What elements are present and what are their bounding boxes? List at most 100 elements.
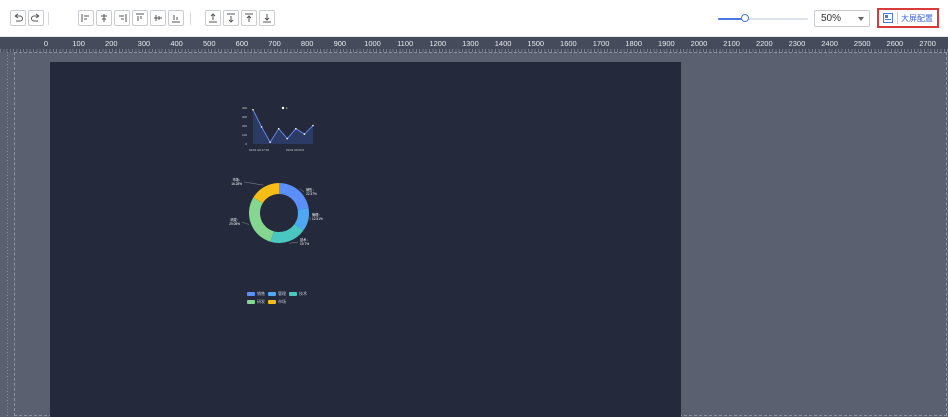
- x-tick-label: 01/01 00:17:06: [249, 148, 269, 152]
- undo-button[interactable]: [10, 10, 26, 26]
- align-left-button[interactable]: [78, 10, 94, 26]
- toolbar-separator: [190, 12, 191, 25]
- align-middle-icon: [154, 15, 162, 21]
- ruler-label: 1600: [560, 39, 577, 48]
- legend-swatch: [268, 292, 276, 296]
- donut-slice: [249, 197, 274, 242]
- ruler-label: 800: [300, 39, 314, 48]
- ruler-label: 400: [170, 39, 183, 48]
- align-right-button[interactable]: [114, 10, 130, 26]
- align-top-button[interactable]: [132, 10, 148, 26]
- slice-leader-line: [241, 221, 250, 225]
- slice-value-label: 19.7%: [300, 242, 309, 246]
- y-tick-label: 400: [242, 106, 247, 110]
- slice-leader-line: [243, 181, 264, 186]
- toolbar: 50% 大屏配置: [0, 0, 948, 37]
- bigscreen-config-label: 大屏配置: [901, 14, 933, 23]
- legend-item[interactable]: 管理: [268, 291, 286, 297]
- align-top-icon: [136, 13, 144, 21]
- bigscreen-canvas[interactable]: 400 300 200 100 0 1 01/01 00:17:06 01/01 00:03:…: [50, 62, 681, 417]
- legend-marker: [281, 106, 285, 110]
- legend-item[interactable]: 技术: [289, 291, 307, 297]
- legend-item[interactable]: 研发: [247, 299, 265, 305]
- bring-forward-icon: [227, 13, 235, 23]
- ruler-label: 1800: [625, 39, 643, 48]
- align-center-button[interactable]: [96, 10, 112, 26]
- bring-front-icon: [209, 13, 217, 23]
- donut-chart-widget[interactable]: 销售：22.37%管理：12.51%技术：19.7%研发：29.08%市场：16…: [220, 163, 340, 263]
- legend-row: 销售 管理 技术: [247, 291, 307, 297]
- slice-value-label: 22.37%: [306, 192, 317, 196]
- slice-leader-line: [289, 241, 299, 244]
- slice-leader-line: [299, 188, 305, 193]
- align-center-icon: [101, 14, 107, 22]
- move-top-button[interactable]: [241, 10, 257, 26]
- slice-value-label: 29.08%: [229, 222, 240, 226]
- undo-icon: [14, 13, 23, 22]
- bring-front-button[interactable]: [205, 10, 221, 26]
- vertical-ruler-ticks: [7, 52, 8, 417]
- ruler-label: 500: [202, 39, 216, 48]
- legend-swatch: [289, 292, 297, 296]
- ruler-label: 2400: [821, 39, 838, 48]
- y-tick-label: 200: [242, 124, 247, 128]
- align-left-icon: [81, 14, 89, 22]
- zoom-select[interactable]: 50%: [814, 10, 870, 27]
- legend-label: 1: [286, 106, 288, 110]
- move-top-icon: [245, 13, 253, 22]
- redo-button[interactable]: [28, 10, 44, 26]
- ruler-label: 2500: [853, 39, 871, 48]
- legend-swatch: [247, 292, 255, 296]
- chevron-down-icon: [858, 17, 864, 21]
- align-bottom-button[interactable]: [168, 10, 184, 26]
- line-point: [312, 124, 314, 127]
- horizontal-ruler: 0 100 200 300 400 500 600 700 800 900 1000 1100 1200…: [0, 37, 948, 52]
- ruler-label: 0: [43, 39, 49, 48]
- slice-value-label: 16.28%: [231, 182, 242, 186]
- legend-swatch: [268, 300, 276, 304]
- ruler-label: 2000: [690, 39, 708, 48]
- move-bottom-icon: [263, 14, 271, 23]
- x-tick-label: 01/01 00:03:0: [286, 148, 305, 152]
- ruler-label: 2200: [755, 39, 773, 48]
- ruler-label: 2100: [723, 39, 740, 48]
- ruler-label: 1400: [494, 39, 512, 48]
- canvas-area[interactable]: 400 300 200 100 0 1 01/01 00:17:06 01/01 00:03:…: [14, 52, 948, 417]
- ruler-label: 2600: [886, 39, 904, 48]
- legend-label: 研发: [257, 299, 265, 304]
- redo-icon: [31, 13, 40, 22]
- legend-item[interactable]: 市场: [268, 299, 286, 305]
- ruler-label: 700: [268, 39, 281, 48]
- ruler-label: 600: [235, 39, 249, 48]
- slice-value-label: 12.51%: [312, 217, 323, 221]
- align-middle-button[interactable]: [150, 10, 166, 26]
- legend-swatch: [247, 300, 255, 304]
- move-bottom-button[interactable]: [259, 10, 275, 26]
- bring-forward-button[interactable]: [223, 10, 239, 26]
- zoom-value: 50%: [821, 13, 842, 24]
- legend-label: 销售: [257, 291, 265, 296]
- ruler-label: 900: [333, 39, 347, 48]
- ruler-label: 1200: [429, 39, 447, 48]
- zoom-slider[interactable]: [718, 14, 808, 22]
- layout-icon: [883, 13, 893, 23]
- ruler-label: 200: [105, 39, 118, 48]
- ruler-label: 1500: [527, 39, 545, 48]
- line-point: [252, 109, 254, 111]
- donut-legend: 销售 管理 技术研发 市场: [247, 291, 307, 307]
- line-point: [286, 137, 289, 140]
- ruler-label: 1000: [364, 39, 381, 48]
- line-chart-widget[interactable]: 400 300 200 100 0 1 01/01 00:17:06 01/01 00:03:…: [235, 104, 317, 156]
- ruler-label: 300: [137, 39, 151, 48]
- align-bottom-icon: [172, 15, 180, 23]
- y-tick-label: 300: [242, 115, 247, 119]
- divider: [897, 12, 898, 24]
- bigscreen-config-button[interactable]: 大屏配置: [877, 8, 939, 28]
- align-right-icon: [119, 14, 127, 22]
- legend-item[interactable]: 销售: [247, 291, 265, 297]
- line-point: [260, 126, 263, 128]
- legend-label: 管理: [278, 291, 286, 296]
- ruler-label: 2700: [919, 39, 936, 48]
- ruler-label: 1300: [462, 39, 479, 48]
- zoom-slider-thumb[interactable]: [741, 14, 749, 22]
